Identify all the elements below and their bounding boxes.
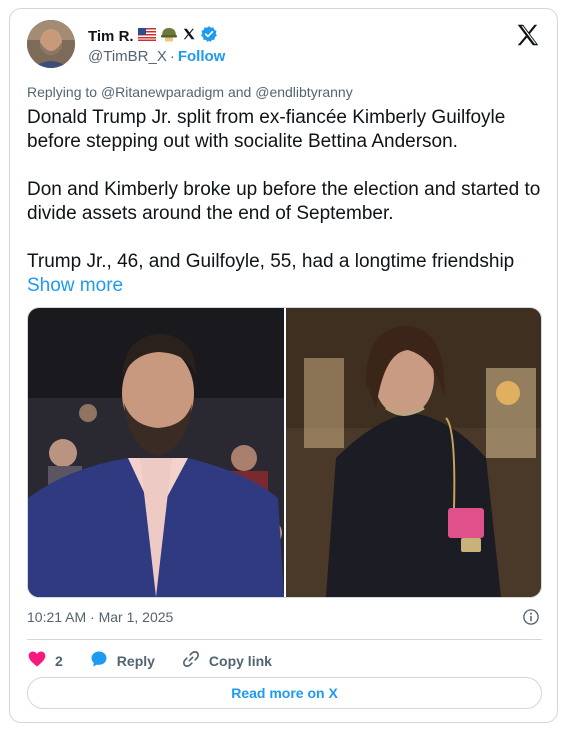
avatar[interactable] xyxy=(27,20,75,68)
tweet-paragraph: Don and Kimberly broke up before the ele… xyxy=(27,179,541,224)
tweet-body: Donald Trump Jr. split from ex-fiancée K… xyxy=(27,106,542,298)
copy-link-button[interactable]: Copy link xyxy=(181,649,272,672)
x-logo-icon[interactable] xyxy=(515,22,541,48)
author-name-row: Tim R. xyxy=(88,25,218,48)
show-more-link[interactable]: Show more xyxy=(27,275,123,296)
action-bar: 2 Reply Copy link xyxy=(27,649,298,672)
photo-left[interactable] xyxy=(28,308,284,597)
copy-link-label: Copy link xyxy=(208,652,272,669)
tweet-paragraph: Donald Trump Jr. split from ex-fiancée K… xyxy=(27,107,506,152)
media-grid xyxy=(27,307,542,598)
info-icon[interactable] xyxy=(522,608,540,626)
us-flag-icon xyxy=(137,27,156,46)
tweet-header: Tim R. @TimBR_X · Follow xyxy=(27,20,541,70)
x-small-icon xyxy=(182,27,196,46)
tweet-paragraph-text: Trump Jr., 46, and Guilfoyle, 55, had a … xyxy=(27,251,515,272)
reply-label: Reply xyxy=(116,652,155,669)
author-name[interactable]: Tim R. xyxy=(88,28,134,45)
follow-button[interactable]: Follow xyxy=(178,48,226,65)
photo-right[interactable] xyxy=(285,308,541,597)
verified-badge-icon xyxy=(200,25,218,48)
timestamp[interactable]: 10:21 AM · Mar 1, 2025 xyxy=(27,609,173,625)
divider xyxy=(27,639,542,640)
author-handle[interactable]: @TimBR_X xyxy=(88,48,167,65)
heart-icon xyxy=(27,649,47,672)
tweet-paragraph-last: Trump Jr., 46, and Guilfoyle, 55, had a … xyxy=(27,250,542,298)
author-handle-row: @TimBR_X · Follow xyxy=(88,48,225,65)
like-count: 2 xyxy=(55,652,63,669)
reply-prefix: Replying to xyxy=(27,84,101,100)
link-icon xyxy=(181,649,201,672)
reply-targets[interactable]: @Ritanewparadigm and @endlibtyranny xyxy=(101,84,353,100)
reply-button[interactable]: Reply xyxy=(89,649,155,672)
military-helmet-icon xyxy=(160,26,178,47)
speech-bubble-icon xyxy=(89,649,109,672)
separator-dot: · xyxy=(169,48,175,65)
reply-context: Replying to @Ritanewparadigm and @endlib… xyxy=(27,84,353,100)
like-button[interactable]: 2 xyxy=(27,649,63,672)
tweet-card: Tim R. @TimBR_X · Follow Replying to @Ri… xyxy=(9,8,558,723)
read-more-button[interactable]: Read more on X xyxy=(27,677,542,709)
